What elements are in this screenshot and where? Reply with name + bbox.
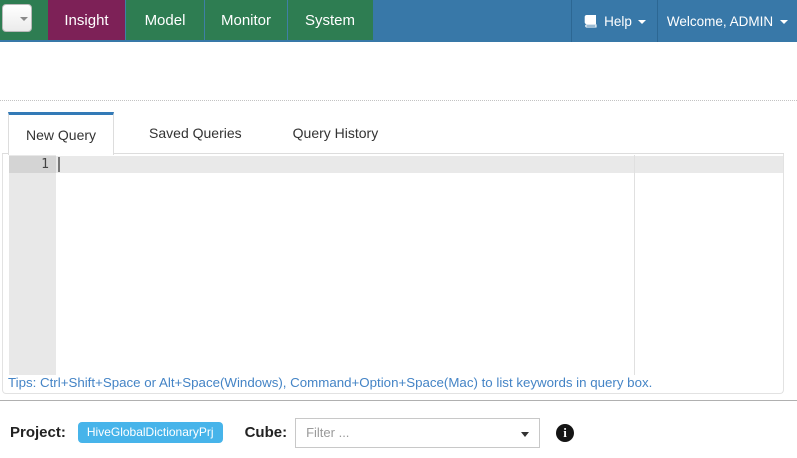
cube-label: Cube: bbox=[245, 424, 288, 441]
caret-down-icon bbox=[638, 20, 646, 24]
query-tips-text: Tips: Ctrl+Shift+Space or Alt+Space(Wind… bbox=[3, 375, 783, 393]
nav-item-label: System bbox=[305, 12, 355, 29]
tab-label: Saved Queries bbox=[149, 125, 242, 141]
query-panel: 1 Tips: Ctrl+Shift+Space or Alt+Space(Wi… bbox=[2, 154, 784, 394]
nav-item-insight[interactable]: Insight bbox=[48, 0, 125, 40]
tab-saved-queries[interactable]: Saved Queries bbox=[132, 112, 259, 154]
main-nav-menu: Insight Model Monitor System bbox=[48, 0, 372, 40]
navbar-right-section: Help Welcome, ADMIN bbox=[571, 0, 797, 42]
caret-down-icon bbox=[20, 17, 28, 21]
top-navbar: Insight Model Monitor System Help bbox=[0, 0, 797, 42]
user-menu[interactable]: Welcome, ADMIN bbox=[657, 0, 797, 42]
project-cube-row: Project: HiveGlobalDictionaryPrj Cube: i bbox=[0, 417, 797, 448]
tab-label: Query History bbox=[293, 125, 379, 141]
nav-item-label: Monitor bbox=[221, 12, 271, 29]
query-tabs: New Query Saved Queries Query History bbox=[8, 112, 395, 154]
tab-label: New Query bbox=[26, 127, 96, 143]
top-left-mini-select[interactable] bbox=[2, 4, 32, 32]
nav-item-label: Model bbox=[145, 12, 186, 29]
book-icon bbox=[583, 14, 598, 28]
help-menu-label: Help bbox=[604, 14, 632, 29]
editor-print-margin bbox=[634, 155, 635, 375]
dotted-divider bbox=[0, 100, 797, 101]
tab-new-query[interactable]: New Query bbox=[8, 112, 114, 155]
user-menu-label: Welcome, ADMIN bbox=[667, 14, 773, 29]
editor-active-line-highlight bbox=[56, 156, 783, 173]
cube-filter-input[interactable] bbox=[306, 420, 516, 446]
text-cursor bbox=[58, 157, 60, 172]
editor-gutter: 1 bbox=[9, 155, 56, 375]
nav-item-system[interactable]: System bbox=[287, 0, 372, 40]
cube-filter-select[interactable] bbox=[295, 418, 540, 448]
nav-item-model[interactable]: Model bbox=[125, 0, 204, 40]
caret-down-icon bbox=[521, 432, 529, 437]
sql-editor[interactable]: 1 bbox=[9, 155, 783, 375]
line-number: 1 bbox=[9, 156, 56, 173]
insight-page: Insight Model Monitor System Help bbox=[0, 0, 797, 458]
query-tabbar: New Query Saved Queries Query History bbox=[2, 112, 784, 154]
project-badge: HiveGlobalDictionaryPrj bbox=[78, 422, 223, 443]
nav-item-label: Insight bbox=[64, 12, 108, 29]
horizontal-divider bbox=[0, 400, 797, 401]
nav-item-monitor[interactable]: Monitor bbox=[204, 0, 287, 40]
tab-query-history[interactable]: Query History bbox=[276, 112, 396, 154]
project-label: Project: bbox=[10, 424, 66, 441]
info-circle-icon[interactable]: i bbox=[556, 424, 574, 442]
caret-down-icon bbox=[780, 20, 788, 24]
help-menu[interactable]: Help bbox=[571, 0, 657, 42]
